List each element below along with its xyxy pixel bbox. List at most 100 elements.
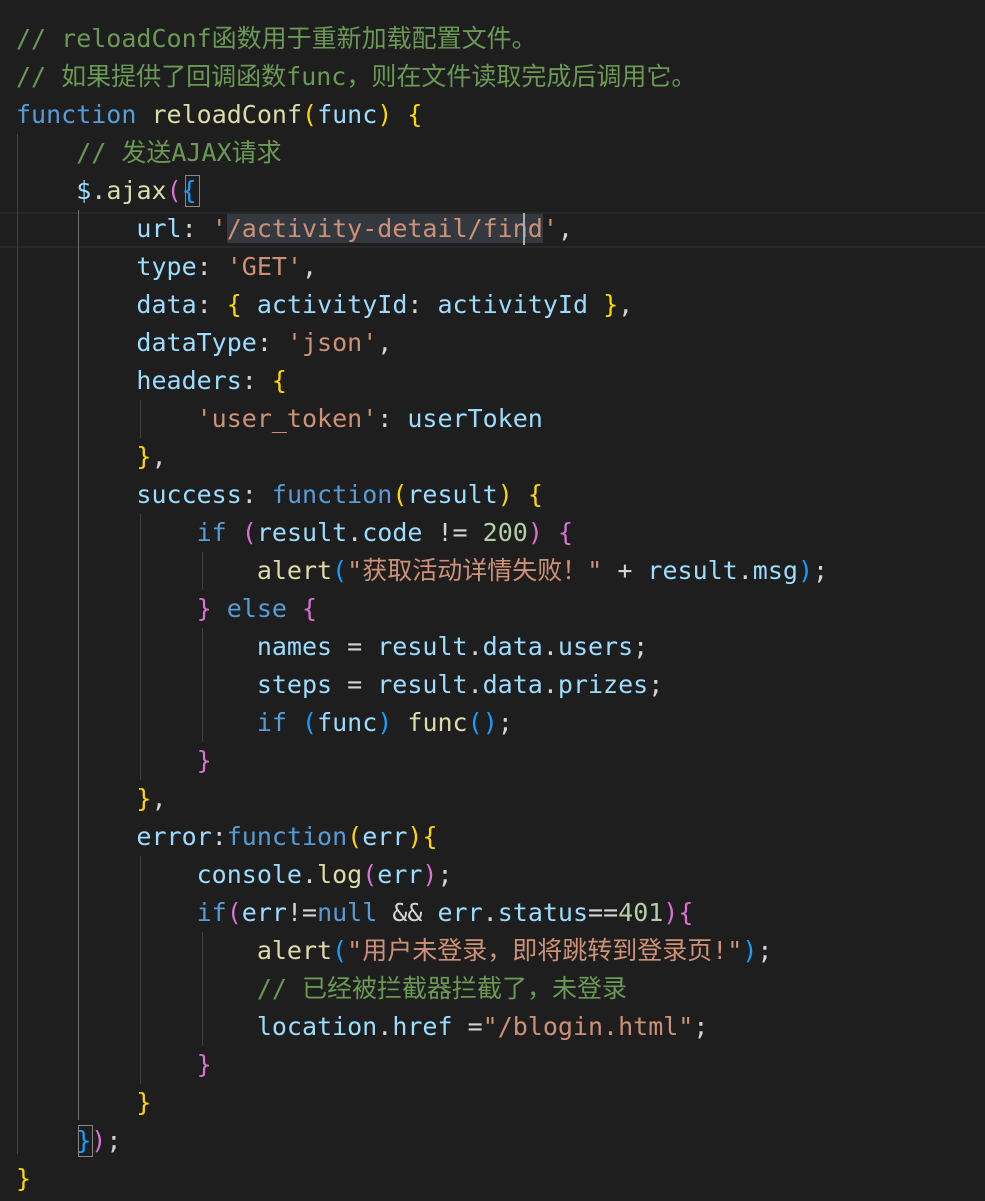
code-line[interactable]: if(err!=null && err.status==401){ bbox=[16, 894, 694, 932]
code-line[interactable]: // reloadConf函数用于重新加载配置文件。 bbox=[16, 20, 537, 58]
text-cursor bbox=[523, 213, 525, 245]
code-token: 401 bbox=[618, 898, 664, 927]
code-token: ) bbox=[797, 556, 814, 585]
code-token: // 已经被拦截器拦截了，未登录 bbox=[256, 974, 627, 1003]
code-token: : bbox=[241, 366, 272, 395]
code-editor[interactable]: // reloadConf函数用于重新加载配置文件。 // 如果提供了回调函数fu… bbox=[0, 0, 985, 1201]
code-token: = bbox=[332, 670, 378, 699]
code-token: ; bbox=[437, 860, 453, 889]
code-line[interactable]: // 发送AJAX请求 bbox=[16, 134, 281, 172]
code-line[interactable]: if (result.code != 200) { bbox=[16, 514, 573, 552]
code-line[interactable]: location.href ="/blogin.html"; bbox=[16, 1008, 709, 1046]
code-token: { bbox=[422, 822, 438, 851]
code-token: err bbox=[437, 898, 483, 927]
code-token: ( bbox=[392, 480, 408, 509]
code-line[interactable]: // 已经被拦截器拦截了，未登录 bbox=[16, 970, 627, 1008]
code-token: ( bbox=[362, 860, 378, 889]
code-line[interactable]: } bbox=[16, 1046, 212, 1084]
code-line[interactable]: 'user_token': userToken bbox=[16, 400, 543, 438]
code-line[interactable]: } else { bbox=[16, 590, 317, 628]
code-token: ) bbox=[377, 708, 393, 737]
code-token: { bbox=[527, 480, 543, 509]
code-token: code bbox=[362, 518, 423, 547]
code-line[interactable]: $.ajax({ bbox=[16, 172, 197, 210]
code-token: , bbox=[151, 784, 167, 813]
code-token: err bbox=[377, 860, 423, 889]
code-token: ( bbox=[302, 100, 318, 129]
code-token: { bbox=[678, 898, 694, 927]
code-token: } bbox=[196, 746, 212, 775]
code-token: . bbox=[467, 670, 483, 699]
code-line[interactable]: data: { activityId: activityId }, bbox=[16, 286, 633, 324]
code-token: . bbox=[737, 556, 753, 585]
code-token: . bbox=[301, 860, 318, 889]
code-line[interactable]: function reloadConf(func) { bbox=[16, 96, 422, 134]
code-line[interactable]: } bbox=[16, 1160, 31, 1198]
code-token: result bbox=[377, 632, 468, 661]
code-line[interactable]: alert("获取活动详情失败！" + result.msg); bbox=[16, 552, 828, 590]
code-token: nd bbox=[512, 214, 543, 243]
code-token: = bbox=[452, 1012, 483, 1041]
code-line[interactable]: }); bbox=[16, 1122, 121, 1160]
code-token: activityId bbox=[437, 290, 589, 319]
code-line[interactable]: dataType: 'json', bbox=[16, 324, 392, 362]
code-token: msg bbox=[752, 556, 798, 585]
code-line[interactable]: // 如果提供了回调函数func，则在文件读取完成后调用它。 bbox=[16, 58, 696, 96]
code-token: , bbox=[377, 328, 393, 357]
code-line[interactable]: headers: { bbox=[16, 362, 287, 400]
code-line[interactable]: error:function(err){ bbox=[16, 818, 438, 856]
code-line[interactable]: } bbox=[16, 1084, 151, 1122]
code-token: ( bbox=[332, 556, 348, 585]
code-token: data bbox=[482, 670, 543, 699]
code-line[interactable]: steps = result.data.prizes; bbox=[16, 666, 663, 704]
code-token: . bbox=[377, 1012, 393, 1041]
code-token: , bbox=[557, 214, 573, 243]
code-line[interactable]: if (func) func(); bbox=[16, 704, 513, 742]
code-token: } bbox=[76, 1126, 92, 1155]
code-token: : bbox=[196, 252, 227, 281]
code-token: err bbox=[362, 822, 408, 851]
code-token: func bbox=[317, 708, 378, 737]
code-token: ) bbox=[663, 898, 679, 927]
code-line[interactable]: console.log(err); bbox=[16, 856, 453, 894]
code-token: 'user_token' bbox=[196, 404, 378, 433]
code-token: data bbox=[136, 290, 197, 319]
code-token: { bbox=[181, 176, 197, 205]
code-token: // 如果提供了回调函数func，则在文件读取完成后调用它。 bbox=[16, 62, 697, 91]
code-token: dataType bbox=[136, 328, 257, 357]
code-line[interactable]: url: '/activity-detail/find', bbox=[16, 210, 573, 248]
code-line[interactable]: success: function(result) { bbox=[16, 476, 543, 514]
code-line[interactable]: names = result.data.users; bbox=[16, 628, 648, 666]
code-token: steps bbox=[256, 670, 333, 699]
code-token: { bbox=[302, 594, 318, 623]
code-token: status bbox=[497, 898, 589, 927]
code-token: } bbox=[136, 1088, 152, 1117]
code-token: activityId bbox=[256, 290, 408, 319]
code-token: . bbox=[542, 670, 558, 699]
code-line[interactable]: type: 'GET', bbox=[16, 248, 317, 286]
code-token: "用户未登录，即将跳转到登录页!" bbox=[347, 936, 743, 965]
code-line[interactable]: alert("用户未登录，即将跳转到登录页!"); bbox=[16, 932, 773, 970]
code-line[interactable]: }, bbox=[16, 438, 166, 476]
code-line[interactable]: } bbox=[16, 742, 212, 780]
code-token: ) bbox=[407, 822, 423, 851]
code-token: ( bbox=[347, 822, 363, 851]
code-line[interactable]: }, bbox=[16, 780, 167, 818]
